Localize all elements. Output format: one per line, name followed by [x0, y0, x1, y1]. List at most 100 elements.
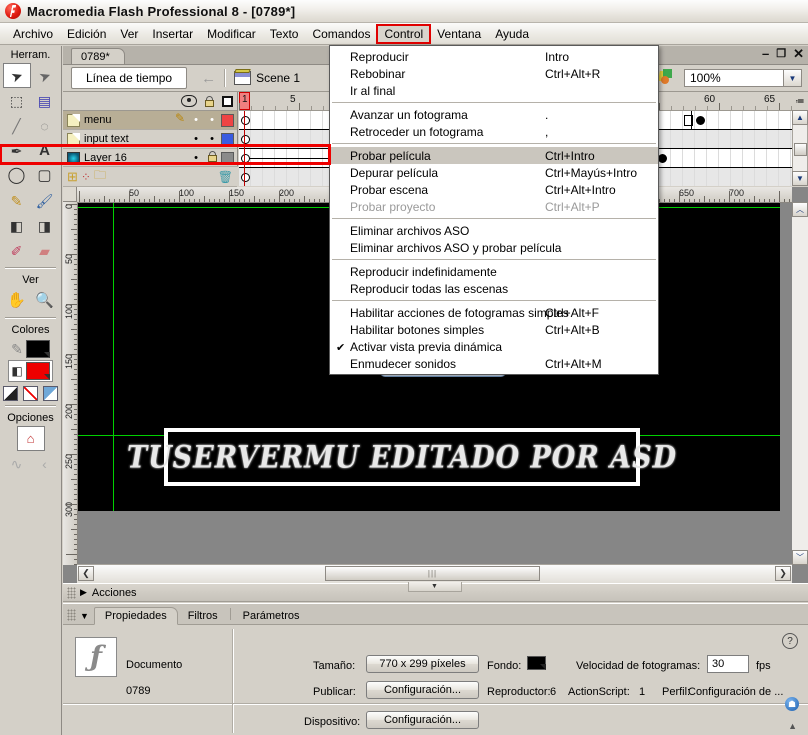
oval-tool-icon[interactable]: ◯ [3, 163, 31, 188]
insert-layer-icon[interactable]: ⊞ [67, 169, 78, 185]
document-name-value[interactable]: 0789 [126, 685, 150, 697]
back-arrow-icon[interactable]: ← [201, 70, 216, 87]
menu-item-retroceder-un-fotograma[interactable]: Retroceder un fotograma, [330, 123, 658, 140]
menu-control[interactable]: Control [376, 23, 432, 44]
keyframe-marker[interactable] [241, 116, 250, 125]
menu-archivo[interactable]: Archivo [6, 25, 60, 43]
layer-visibility-dot[interactable]: • [188, 133, 204, 145]
edit-symbols-icon[interactable] [658, 69, 679, 87]
menu-item-enmudecer-sonidos[interactable]: Enmudecer sonidos Ctrl+Alt+M [330, 355, 658, 372]
layer-row-input-text[interactable]: input text • • [63, 130, 237, 149]
line-tool-icon[interactable]: ╱ [3, 113, 31, 138]
background-color-swatch[interactable] [527, 656, 546, 670]
fps-input[interactable]: 30 [707, 655, 749, 673]
paint-bucket-icon[interactable]: ◨ [31, 213, 59, 238]
banner-text-box[interactable]: TUSERVERMU EDITADO POR ASD [127, 428, 676, 486]
gradient-transform-icon[interactable]: ▤ [31, 88, 59, 113]
menu-item-habilitar-botones-simples[interactable]: Habilitar botones simples Ctrl+Alt+B [330, 321, 658, 338]
lock-icon[interactable] [205, 95, 214, 107]
menu-item-reproducir-todas-las-escenas[interactable]: Reproducir todas las escenas [330, 280, 658, 297]
menu-ventana[interactable]: Ventana [430, 25, 488, 43]
menu-modificar[interactable]: Modificar [200, 25, 263, 43]
keyframe-marker[interactable] [241, 135, 250, 144]
keyframe-marker[interactable] [658, 154, 667, 163]
layer-outline-color[interactable] [221, 151, 234, 165]
smooth-icon[interactable]: ∿ [3, 451, 31, 476]
straighten-icon[interactable]: ‹ [31, 451, 59, 476]
menu-item-reproducir-indefinidamente[interactable]: Reproducir indefinidamente [330, 263, 658, 280]
menu-item-rebobinar[interactable]: Rebobinar Ctrl+Alt+R [330, 65, 658, 82]
delete-layer-icon[interactable]: 🗑 [218, 170, 233, 184]
menu-item-depurar-pel-cula[interactable]: Depurar película Ctrl+Mayús+Intro [330, 164, 658, 181]
layer-lock-dot[interactable]: • [204, 133, 220, 145]
snap-to-objects-icon[interactable]: ⌂ [16, 426, 45, 451]
menu-item-probar-escena[interactable]: Probar escena Ctrl+Alt+Intro [330, 181, 658, 198]
zoom-level-select[interactable]: 100% ▼ [684, 69, 802, 87]
panel-grip-icon[interactable] [67, 609, 76, 621]
help-question-icon[interactable]: ? [782, 633, 798, 649]
fill-color-swatch[interactable] [25, 362, 50, 380]
brush-tool-icon[interactable]: 🖌 [31, 188, 59, 213]
horizontal-guide-3[interactable] [698, 435, 780, 436]
menu-item-reproducir[interactable]: Reproducir Intro [330, 48, 658, 65]
rectangle-tool-icon[interactable]: ▢ [31, 163, 59, 188]
collapse-triangle-icon[interactable]: ▼ [80, 611, 89, 621]
keyframe-marker[interactable] [241, 173, 250, 182]
black-and-white-icon[interactable] [3, 386, 18, 401]
device-settings-button[interactable]: Configuración... [366, 711, 479, 729]
hand-tool-icon[interactable]: ✋ [3, 288, 31, 313]
menu-item-ir-al-final[interactable]: Ir al final [330, 82, 658, 99]
resize-grip-icon[interactable]: ▲ [788, 721, 797, 731]
expand-triangle-icon[interactable]: ▶ [80, 587, 87, 598]
menu-comandos[interactable]: Comandos [305, 25, 377, 43]
pen-tool-icon[interactable]: ✒ [3, 138, 31, 163]
collapse-panel-tab[interactable]: ▼ [407, 582, 462, 592]
restore-button[interactable]: ❐ [776, 47, 786, 61]
menu-item-eliminar-archivos-aso[interactable]: Eliminar archivos ASO [330, 222, 658, 239]
menu-ver[interactable]: Ver [113, 25, 145, 43]
menu-ayuda[interactable]: Ayuda [488, 25, 536, 43]
add-motion-guide-icon[interactable]: ⁘ [81, 170, 91, 184]
no-color-icon[interactable] [23, 386, 38, 401]
document-tab-0789[interactable]: 0789* [71, 48, 125, 64]
layer-visibility-dot[interactable]: • [188, 114, 204, 126]
timeline-scroll-thumb[interactable] [794, 143, 807, 156]
menu-item-activar-vista-previa-din-mica[interactable]: ✔ Activar vista previa dinámica [330, 338, 658, 355]
insert-layer-folder-icon[interactable]: 🗀 [94, 166, 106, 187]
pencil-tool-icon[interactable]: ✎ [3, 188, 31, 213]
stage-vertical-scrollbar[interactable]: ︿ ﹀ [792, 202, 808, 565]
zoom-tool-icon[interactable]: 🔍 [31, 288, 59, 313]
stage-scroll-down-button[interactable]: ﹀ [792, 550, 808, 565]
menu-insertar[interactable]: Insertar [145, 25, 200, 43]
free-transform-icon[interactable]: ⬚ [3, 88, 31, 113]
minimize-button[interactable]: – [762, 47, 769, 61]
text-tool-icon[interactable]: A [31, 138, 59, 163]
menu-item-eliminar-archivos-aso-y-probar-pel-cula[interactable]: Eliminar archivos ASO y probar película [330, 239, 658, 256]
profile-value[interactable]: Configuración de ... [688, 686, 783, 698]
hscroll-thumb[interactable]: ||| [325, 566, 540, 581]
scroll-up-button[interactable]: ▲ [792, 110, 808, 125]
subselect-arrow-icon[interactable]: ➤ [31, 63, 59, 88]
tab-propiedades[interactable]: Propiedades [93, 607, 178, 625]
timeline-scroll-track[interactable] [792, 125, 808, 171]
eraser-tool-icon[interactable]: ▰ [31, 238, 59, 263]
chevron-down-icon[interactable]: ▼ [783, 70, 801, 86]
layer-outline-color[interactable] [221, 132, 234, 146]
panel-grip-icon[interactable] [67, 586, 76, 599]
lasso-tool-icon[interactable]: ◌ [31, 113, 59, 138]
stage-horizontal-scrollbar[interactable]: ❮ ||| ❯ ▼ [77, 564, 792, 592]
layer-outline-color[interactable] [221, 113, 234, 127]
scroll-right-button[interactable]: ❯ [775, 566, 791, 581]
menu-item-avanzar-un-fotograma[interactable]: Avanzar un fotograma. [330, 106, 658, 123]
layer-visibility-dot[interactable]: • [188, 152, 204, 164]
document-size-button[interactable]: 770 x 299 píxeles [366, 655, 479, 673]
timeline-button[interactable]: Línea de tiempo [71, 67, 188, 89]
scroll-left-button[interactable]: ❮ [78, 566, 94, 581]
menu-texto[interactable]: Texto [263, 25, 306, 43]
close-button[interactable]: ✕ [793, 47, 804, 61]
tab-filtros[interactable]: Filtros [178, 608, 228, 624]
panel-menu-icon[interactable]: ≔ [792, 92, 808, 110]
swap-colors-icon[interactable] [43, 386, 58, 401]
layer-locked-icon[interactable] [204, 151, 220, 165]
scroll-down-button[interactable]: ▼ [792, 171, 808, 186]
